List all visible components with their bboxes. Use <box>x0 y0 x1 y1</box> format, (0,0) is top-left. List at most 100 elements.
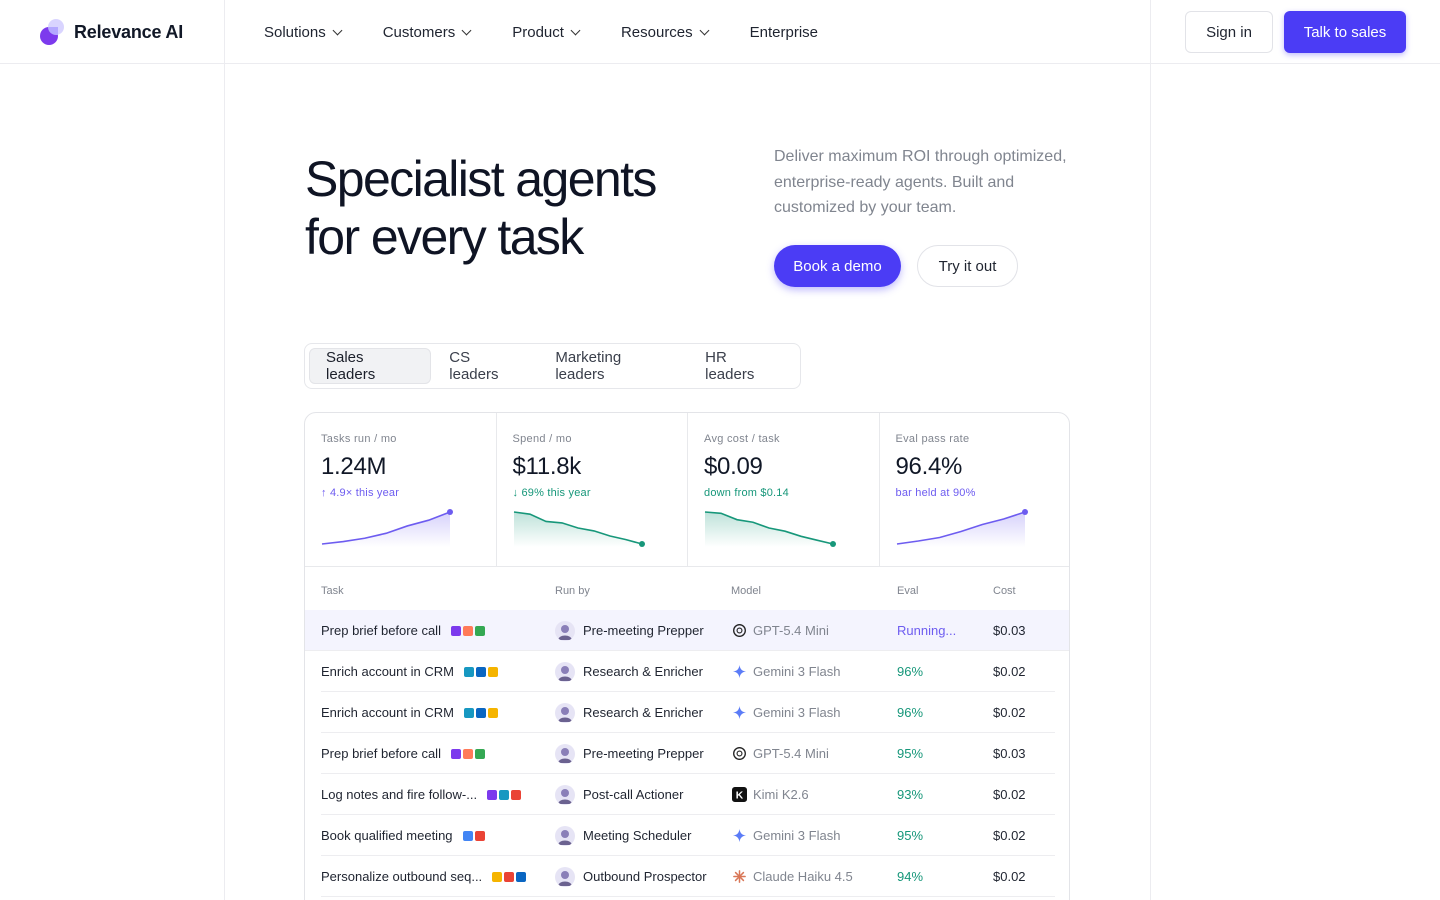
integration-icon <box>474 625 485 636</box>
agent-avatar-icon <box>555 702 575 723</box>
integration-icons <box>450 748 485 759</box>
table-row[interactable]: Enrich account in CRM Research & Enriche… <box>321 692 1055 733</box>
agent-name: Pre-meeting Prepper <box>583 746 704 761</box>
run-by-cell: Meeting Scheduler <box>555 815 691 856</box>
hero-title: Specialist agents for every task <box>305 150 735 266</box>
sparkline-endpoint <box>1021 509 1028 515</box>
table-row[interactable]: Enrich account in CRM Research & Enriche… <box>321 651 1055 692</box>
table-row[interactable]: Prep brief before call Pre-meeting Prepp… <box>321 733 1055 774</box>
model-cell: K Kimi K2.6 <box>731 774 809 815</box>
table-row[interactable]: Personalize outbound seq... Outbound Pro… <box>321 856 1055 897</box>
openai-icon <box>731 623 747 639</box>
book-demo-button[interactable]: Book a demo <box>774 245 901 287</box>
main-nav: Solutions Customers Product Resources En… <box>264 0 860 64</box>
table-row[interactable]: Prep brief before call Pre-meeting Prepp… <box>305 610 1069 651</box>
nav-item-label: Resources <box>620 23 693 41</box>
integration-icon <box>463 707 474 718</box>
metric-label: Eval pass rate <box>895 433 970 445</box>
tab-hr-leaders[interactable]: HR leaders <box>689 348 794 384</box>
task-cell: Prep brief before call <box>321 610 485 651</box>
task-table-body: Prep brief before call Pre-meeting Prepp… <box>305 610 1069 897</box>
integration-icons <box>487 789 522 800</box>
eval-cell: 96% <box>897 664 924 679</box>
cost-cell: $0.02 <box>993 705 1026 720</box>
model-name: GPT-5.4 Mini <box>753 623 829 638</box>
model-name: Gemini 3 Flash <box>753 705 841 720</box>
eval-cell: 94% <box>897 869 924 884</box>
integration-icons <box>492 871 527 882</box>
nav-item-customers[interactable]: Customers <box>383 24 472 41</box>
column-header-run-by: Run by <box>555 585 590 597</box>
chevron-down-icon <box>332 25 343 35</box>
model-name: Gemini 3 Flash <box>753 664 841 679</box>
sparkline-chart <box>513 511 645 547</box>
hero-description: Deliver maximum ROI through optimized, e… <box>774 148 1067 216</box>
run-by-cell: Pre-meeting Prepper <box>555 733 704 774</box>
integration-icon <box>474 830 485 841</box>
table-row[interactable]: Book qualified meeting Meeting Scheduler… <box>321 815 1055 856</box>
nav-item-product[interactable]: Product <box>512 24 581 41</box>
sparkline-endpoint <box>830 541 836 547</box>
integration-icons <box>450 625 485 636</box>
agent-name: Research & Enricher <box>583 664 703 679</box>
cost-cell: $0.02 <box>993 828 1026 843</box>
svg-text:K: K <box>735 790 743 801</box>
talk-to-sales-button[interactable]: Talk to sales <box>1284 11 1406 53</box>
cost-cell: $0.02 <box>993 664 1026 679</box>
table-row[interactable]: Log notes and fire follow-... Post-call … <box>321 774 1055 815</box>
layout-guide-left <box>224 0 225 900</box>
integration-icons <box>463 666 498 677</box>
agent-name: Meeting Scheduler <box>583 828 692 843</box>
task-name: Book qualified meeting <box>321 828 453 843</box>
metric-value: 96.4% <box>895 453 963 480</box>
agent-name: Research & Enricher <box>583 705 703 720</box>
sparkline-chart <box>321 509 453 547</box>
integration-icon <box>504 871 515 882</box>
cost-cell: $0.02 <box>993 787 1026 802</box>
column-header-model: Model <box>731 585 761 597</box>
hero-title-line-1: Specialist agents <box>305 151 657 207</box>
metric-avg-cost: Avg cost / task $0.09 down from $0.14 <box>688 413 880 567</box>
eval-cell: 95% <box>897 746 924 761</box>
task-cell: Enrich account in CRM <box>321 692 498 733</box>
model-cell: Claude Haiku 4.5 <box>731 856 853 897</box>
model-cell: GPT-5.4 Mini <box>731 610 829 651</box>
try-it-out-button[interactable]: Try it out <box>917 245 1018 287</box>
run-by-cell: Research & Enricher <box>555 692 703 733</box>
brand-logo[interactable]: Relevance AI <box>40 18 183 46</box>
brand-name: Relevance AI <box>74 21 183 42</box>
nav-item-resources[interactable]: Resources <box>620 23 710 41</box>
model-name: Claude Haiku 4.5 <box>753 869 853 884</box>
run-by-cell: Outbound Prospector <box>555 856 707 897</box>
chevron-down-icon <box>570 25 581 35</box>
task-cell: Book qualified meeting <box>321 815 485 856</box>
hero-title-line-2: for every task <box>305 209 584 265</box>
integration-icon <box>462 830 473 841</box>
task-name: Prep brief before call <box>321 746 441 761</box>
tab-marketing-leaders[interactable]: Marketing leaders <box>539 348 687 384</box>
agent-dashboard-card: Tasks run / mo 1.24M ↑ 4.9× this year Sp… <box>304 412 1070 900</box>
run-by-cell: Research & Enricher <box>555 651 703 692</box>
integration-icon <box>511 789 522 800</box>
integration-icon <box>474 748 485 759</box>
agent-avatar-icon <box>555 866 575 887</box>
model-cell: GPT-5.4 Mini <box>731 733 829 774</box>
nav-item-enterprise[interactable]: Enterprise <box>750 24 818 41</box>
model-cell: Gemini 3 Flash <box>731 815 840 856</box>
nav-item-solutions[interactable]: Solutions <box>264 24 343 41</box>
sign-in-button[interactable]: Sign in <box>1185 11 1273 53</box>
integration-icon <box>462 748 473 759</box>
sparkline-area <box>705 512 833 547</box>
integration-icon <box>475 666 486 677</box>
eval-cell: Running... <box>897 623 957 638</box>
task-cell: Prep brief before call <box>321 733 485 774</box>
agent-name: Outbound Prospector <box>583 869 707 884</box>
tab-cs-leaders[interactable]: CS leaders <box>433 348 537 384</box>
tab-sales-leaders[interactable]: Sales leaders <box>309 348 432 384</box>
integration-icon <box>462 625 473 636</box>
integration-icon <box>492 871 503 882</box>
metric-value: 1.24M <box>321 453 387 480</box>
model-name: Kimi K2.6 <box>753 787 809 802</box>
integration-icon <box>487 707 498 718</box>
kimi-icon: K <box>731 787 747 803</box>
